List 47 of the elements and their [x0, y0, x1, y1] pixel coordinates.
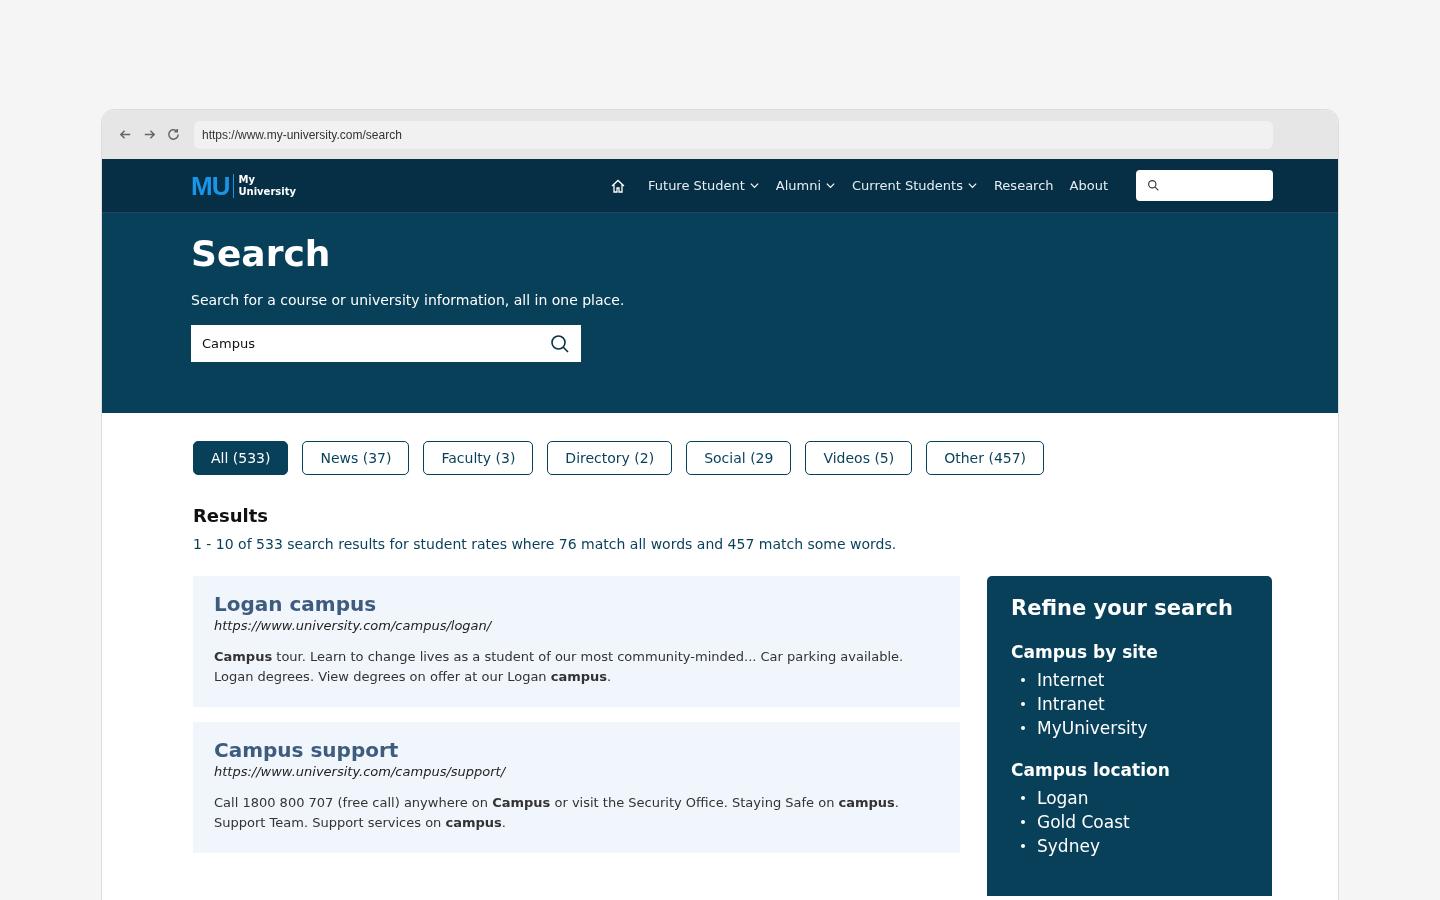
- logo-mark: MU: [191, 173, 235, 198]
- result-snippet: Campus tour. Learn to change lives as a student of our most community-minded... Car parking available. Logan degrees. View degrees on offer at our Logan campus.: [214, 648, 905, 686]
- nav-link[interactable]: Current Students: [852, 178, 978, 193]
- search-field[interactable]: Campus: [191, 325, 581, 362]
- search-icon: [1147, 179, 1160, 192]
- refine-title: Refine your search: [1011, 596, 1234, 620]
- nav-link[interactable]: Research: [993, 178, 1054, 193]
- nav-link[interactable]: Future Student: [648, 178, 760, 193]
- bullet-icon: [1021, 844, 1025, 848]
- logo-text: University: [238, 185, 296, 198]
- filter-tab[interactable]: Videos (5): [805, 441, 913, 475]
- result-title-link[interactable]: Campus support: [214, 738, 939, 762]
- bullet-icon: [1021, 726, 1025, 730]
- refine-group-heading: Campus location: [1011, 760, 1171, 780]
- filter-tab[interactable]: Faculty (3): [423, 441, 534, 475]
- logo-text: My: [238, 173, 256, 186]
- bullet-icon: [1021, 820, 1025, 824]
- refine-link[interactable]: Internet: [1037, 668, 1105, 692]
- refine-link[interactable]: Intranet: [1037, 692, 1105, 716]
- bullet-icon: [1021, 702, 1025, 706]
- reload-icon[interactable]: [166, 127, 181, 142]
- refine-group-heading: Campus by site: [1011, 642, 1159, 662]
- refine-link[interactable]: Logan: [1037, 786, 1089, 810]
- results-summary: 1 - 10 of 533 search results for student rates where 76 match all words and 457 match some words.: [193, 536, 898, 552]
- refine-link[interactable]: Gold Coast: [1037, 810, 1130, 834]
- page-title: Search: [191, 233, 332, 274]
- result-title-link[interactable]: Logan campus: [214, 592, 939, 616]
- result-url: https://www.university.com/campus/support/: [214, 764, 507, 779]
- filter-tab[interactable]: All (533): [193, 441, 289, 475]
- refine-link[interactable]: MyUniversity: [1037, 716, 1148, 740]
- filter-tab[interactable]: Other (457): [926, 441, 1045, 475]
- filter-tab[interactable]: Social (29: [686, 441, 792, 475]
- search-icon[interactable]: [550, 333, 570, 354]
- filter-tab[interactable]: Directory (2): [547, 441, 673, 475]
- bullet-icon: [1021, 796, 1025, 800]
- result-url: https://www.university.com/campus/logan/: [214, 618, 493, 633]
- nav-link[interactable]: About: [1069, 178, 1108, 193]
- filter-tab[interactable]: News (37): [302, 441, 410, 475]
- page-subtitle: Search for a course or university information, all in one place.: [191, 292, 626, 308]
- address-bar[interactable]: https://www.my-university.com/search: [194, 120, 1273, 149]
- results-heading: Results: [193, 505, 270, 526]
- home-icon[interactable]: [610, 177, 627, 194]
- refine-link[interactable]: Sydney: [1037, 834, 1100, 858]
- search-field[interactable]: [1136, 170, 1273, 201]
- nav-link[interactable]: Alumni: [775, 178, 836, 193]
- result-snippet: Call 1800 800 707 (free call) anywhere on Campus or visit the Security Office. Staying Safe on campus. Support Team. Support services on campus.: [214, 794, 900, 832]
- bullet-icon: [1021, 678, 1025, 682]
